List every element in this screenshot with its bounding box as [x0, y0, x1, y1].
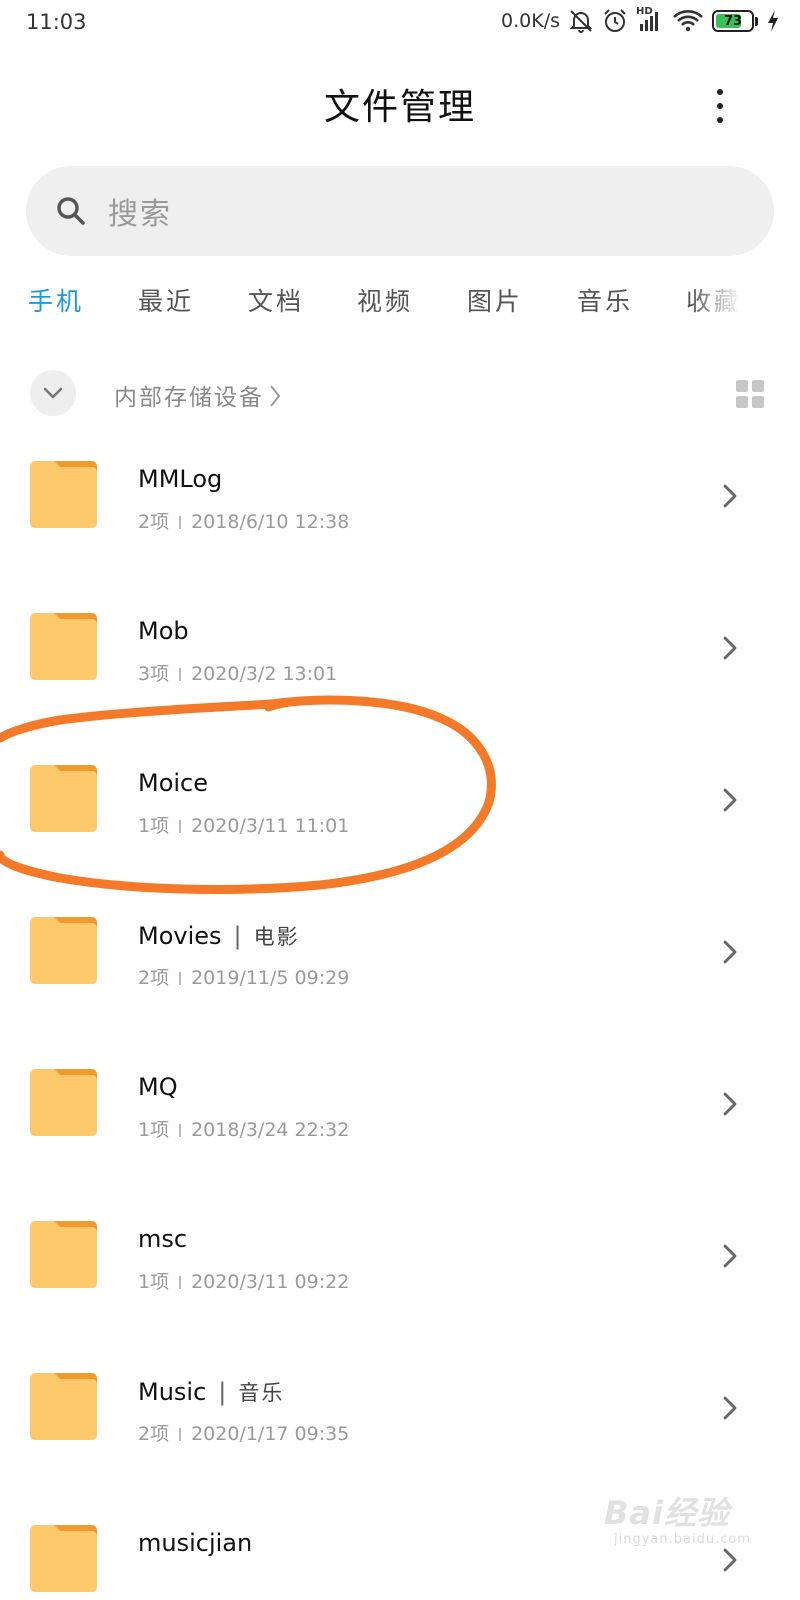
list-item[interactable]: MMLog 2项 2018/6/10 12:38	[0, 445, 800, 597]
watermark-main: Bai经验	[604, 1494, 730, 1532]
chevron-right-icon	[270, 385, 281, 407]
list-item[interactable]: MQ 1项 2018/3/24 22:32	[0, 1053, 800, 1205]
signal-icon: HD	[636, 6, 664, 34]
file-meta: 2项 2018/6/10 12:38	[138, 511, 350, 533]
watermark-logo: Bai经验 jingyan.baidu.com	[600, 1488, 790, 1560]
folder-icon	[30, 1525, 97, 1592]
file-name: Moice	[138, 769, 209, 797]
more-options-button[interactable]	[706, 84, 734, 128]
tab-music[interactable]: 音乐	[577, 282, 633, 318]
file-name: Mob	[138, 617, 189, 645]
breadcrumb-label: 内部存储设备	[114, 385, 264, 411]
folder-icon	[30, 1373, 97, 1440]
folder-icon	[30, 917, 97, 984]
status-bar: 11:03 0.0K/s HD 73	[0, 0, 800, 46]
file-meta: 3项 2020/3/2 13:01	[138, 663, 338, 685]
charging-icon	[768, 10, 778, 32]
file-list: MMLog 2项 2018/6/10 12:38 Mob 3项 2020/3/2 1…	[0, 445, 800, 1600]
chevron-right-icon	[723, 1092, 737, 1116]
list-item[interactable]: Mob 3项 2020/3/2 13:01	[0, 597, 800, 749]
folder-icon	[30, 1069, 97, 1136]
search-input[interactable]: 搜索	[26, 166, 774, 256]
collapse-button[interactable]	[30, 370, 76, 416]
file-name: msc	[138, 1225, 188, 1253]
file-meta: 2项 2020/1/17 09:35	[138, 1423, 350, 1445]
list-item[interactable]: msc 1项 2020/3/11 09:22	[0, 1205, 800, 1357]
chevron-right-icon	[723, 788, 737, 812]
file-tag: 电影	[253, 925, 300, 949]
battery-level: 73	[723, 13, 743, 29]
file-name: Movies | 电影	[138, 922, 300, 950]
breadcrumb[interactable]: 内部存储设备	[114, 378, 282, 412]
file-tag: 音乐	[238, 1381, 285, 1405]
file-meta: 1项 2018/3/24 22:32	[138, 1119, 350, 1141]
wifi-icon	[673, 10, 703, 32]
page-title: 文件管理	[323, 87, 476, 128]
folder-icon	[30, 461, 97, 528]
battery-icon: 73	[712, 10, 758, 32]
chevron-right-icon	[723, 636, 737, 660]
grid-view-icon	[736, 380, 748, 392]
status-icons: 0.0K/s HD 73	[501, 6, 780, 34]
list-item[interactable]: Movies | 电影 2项 2019/11/5 09:29	[0, 901, 800, 1053]
chevron-right-icon	[723, 940, 737, 964]
file-meta: 2项 2019/11/5 09:29	[138, 967, 350, 989]
search-placeholder: 搜索	[108, 197, 172, 232]
chevron-right-icon	[723, 484, 737, 508]
status-time: 11:03	[26, 10, 87, 34]
file-meta: 1项 2020/3/11 09:22	[138, 1271, 350, 1293]
folder-icon	[30, 1221, 97, 1288]
tabs-fade	[690, 282, 750, 332]
network-speed: 0.0K/s	[501, 10, 560, 32]
tab-recent[interactable]: 最近	[138, 282, 194, 318]
search-icon	[57, 197, 85, 225]
file-name: MQ	[138, 1073, 178, 1101]
category-tabs: 手机 最近 文档 视频 图片 音乐 收藏	[0, 282, 750, 332]
chevron-down-icon	[43, 387, 63, 399]
file-meta: 1项 2020/3/11 11:01	[138, 815, 350, 837]
file-name: musicjian	[138, 1529, 253, 1557]
watermark-sub: jingyan.baidu.com	[614, 1532, 751, 1547]
alarm-icon	[604, 9, 626, 32]
folder-icon	[30, 613, 97, 680]
chevron-right-icon	[723, 1396, 737, 1420]
tab-documents[interactable]: 文档	[248, 282, 304, 318]
folder-icon	[30, 765, 97, 832]
mute-icon	[569, 10, 593, 33]
tab-phone[interactable]: 手机	[28, 282, 84, 318]
list-item[interactable]: Music | 音乐 2项 2020/1/17 09:35	[0, 1357, 800, 1509]
list-item[interactable]: Moice 1项 2020/3/11 11:01	[0, 749, 800, 901]
more-vertical-icon	[717, 89, 723, 95]
storage-path-row: 内部存储设备	[30, 370, 770, 416]
file-name: Music | 音乐	[138, 1378, 285, 1406]
tab-videos[interactable]: 视频	[357, 282, 413, 318]
chevron-right-icon	[723, 1244, 737, 1268]
file-name: MMLog	[138, 465, 223, 493]
grid-view-button[interactable]	[736, 380, 764, 408]
tab-images[interactable]: 图片	[467, 282, 523, 318]
